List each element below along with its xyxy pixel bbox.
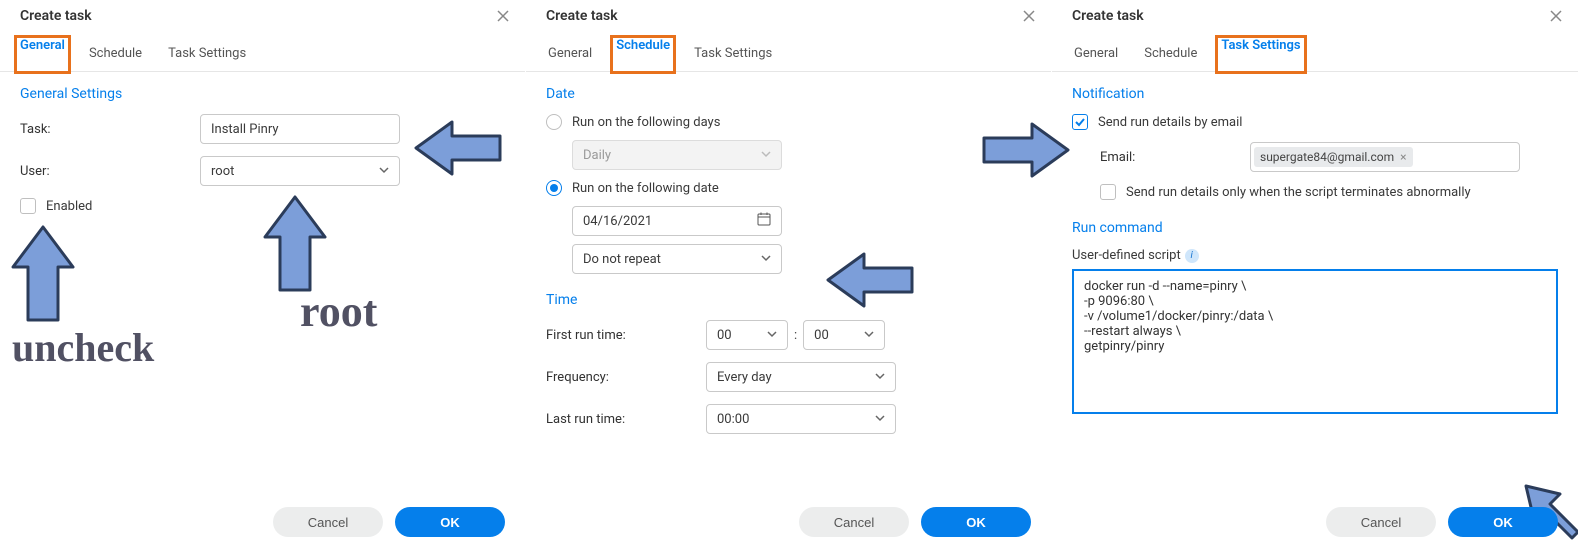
frequency-select[interactable]: Every day <box>706 362 896 392</box>
email-chip: supergate84@gmail.com × <box>1254 147 1413 167</box>
tab-general[interactable]: General <box>1072 38 1120 71</box>
task-input[interactable]: Install Pinry <box>200 114 400 144</box>
tab-general[interactable]: General <box>546 38 594 71</box>
date-input[interactable]: 04/16/2021 <box>572 206 782 236</box>
last-run-select[interactable]: 00:00 <box>706 404 896 434</box>
section-general-settings: General Settings <box>0 72 525 108</box>
abnormal-label: Send run details only when the script te… <box>1126 185 1471 200</box>
first-run-min-select[interactable]: 00 <box>803 320 885 350</box>
annotation-text: uncheck <box>12 324 154 371</box>
cancel-button[interactable]: Cancel <box>799 507 909 537</box>
chevron-down-icon <box>761 252 771 267</box>
repeat-select[interactable]: Do not repeat <box>572 244 782 274</box>
send-email-label: Send run details by email <box>1098 115 1242 130</box>
radio-run-date[interactable] <box>546 180 562 196</box>
email-label: Email: <box>1100 150 1250 165</box>
radio-run-date-label: Run on the following date <box>572 181 719 196</box>
radio-run-days-label: Run on the following days <box>572 115 720 130</box>
calendar-icon <box>757 212 771 230</box>
chevron-down-icon <box>875 370 885 385</box>
enabled-label: Enabled <box>46 199 92 214</box>
chevron-down-icon <box>864 328 874 343</box>
close-icon[interactable] <box>495 8 511 24</box>
task-label: Task: <box>20 122 200 137</box>
cancel-button[interactable]: Cancel <box>273 507 383 537</box>
dialog-title: Create task <box>1072 8 1144 24</box>
send-email-checkbox[interactable] <box>1072 114 1088 130</box>
frequency-label: Frequency: <box>546 370 706 385</box>
time-colon: : <box>788 328 803 343</box>
tab-task-settings[interactable]: Task Settings <box>1215 35 1306 74</box>
panel-general: Create task General Schedule Task Settin… <box>0 0 526 549</box>
first-run-label: First run time: <box>546 328 706 343</box>
section-time: Time <box>526 278 1051 314</box>
chevron-down-icon <box>767 328 777 343</box>
tab-schedule[interactable]: Schedule <box>1142 38 1199 71</box>
arrow-annotation <box>8 222 78 326</box>
panel-task-settings: Create task General Schedule Task Settin… <box>1052 0 1578 549</box>
enabled-checkbox[interactable] <box>20 198 36 214</box>
radio-run-days[interactable] <box>546 114 562 130</box>
close-icon[interactable] <box>1021 8 1037 24</box>
tab-task-settings[interactable]: Task Settings <box>692 38 774 71</box>
tab-schedule[interactable]: Schedule <box>87 38 144 71</box>
last-run-label: Last run time: <box>546 412 706 427</box>
tab-schedule[interactable]: Schedule <box>610 35 676 74</box>
days-select: Daily <box>572 140 782 170</box>
remove-chip-icon[interactable]: × <box>1400 150 1406 164</box>
annotation-text: root <box>300 286 377 337</box>
user-select[interactable]: root <box>200 156 400 186</box>
script-textarea[interactable]: docker run -d --name=pinry \ -p 9096:80 … <box>1072 269 1558 414</box>
ok-button[interactable]: OK <box>1448 507 1558 537</box>
ok-button[interactable]: OK <box>395 507 505 537</box>
panel-schedule: Create task General Schedule Task Settin… <box>526 0 1052 549</box>
tab-general[interactable]: General <box>14 35 71 74</box>
first-run-hour-select[interactable]: 00 <box>706 320 788 350</box>
abnormal-checkbox[interactable] <box>1100 184 1116 200</box>
user-script-label: User-defined script <box>1072 248 1181 263</box>
info-icon[interactable]: i <box>1185 249 1199 263</box>
tab-task-settings[interactable]: Task Settings <box>166 38 248 71</box>
cancel-button[interactable]: Cancel <box>1326 507 1436 537</box>
chevron-down-icon <box>379 164 389 179</box>
user-label: User: <box>20 164 200 179</box>
email-field[interactable]: supergate84@gmail.com × <box>1250 142 1520 172</box>
section-date: Date <box>526 72 1051 108</box>
close-icon[interactable] <box>1548 8 1564 24</box>
section-run-command: Run command <box>1052 206 1578 242</box>
ok-button[interactable]: OK <box>921 507 1031 537</box>
section-notification: Notification <box>1052 72 1578 108</box>
chevron-down-icon <box>761 148 771 163</box>
dialog-title: Create task <box>546 8 618 24</box>
dialog-title: Create task <box>20 8 92 24</box>
chevron-down-icon <box>875 412 885 427</box>
